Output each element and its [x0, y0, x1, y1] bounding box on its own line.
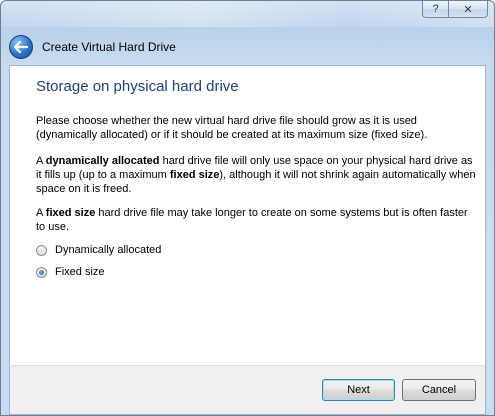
dialog-window: ? ✕ Create Virtual Hard Drive Storage on… [0, 0, 495, 416]
fixed-description-paragraph: A fixed size hard drive file may take lo… [36, 206, 478, 234]
page-title: Storage on physical hard drive [36, 78, 239, 95]
text-span: hard drive file may take longer to creat… [36, 207, 468, 233]
text-span: A [36, 207, 46, 219]
radio-selected-dot [39, 269, 44, 275]
radio-fixed-size[interactable] [36, 266, 47, 278]
option-label: Dynamically allocated [55, 244, 162, 256]
text-span: A [36, 155, 46, 167]
radio-dynamically-allocated[interactable] [36, 244, 47, 256]
option-label: Fixed size [55, 266, 105, 278]
dynamic-description-paragraph: A dynamically allocated hard drive file … [36, 154, 478, 196]
help-button[interactable]: ? [422, 1, 448, 18]
option-fixed-size[interactable]: Fixed size [36, 266, 105, 278]
back-arrow-icon [14, 41, 28, 53]
close-icon: ✕ [463, 3, 473, 16]
caption-buttons: ? ✕ [422, 1, 488, 18]
wizard-title: Create Virtual Hard Drive [42, 40, 176, 54]
option-dynamically-allocated[interactable]: Dynamically allocated [36, 244, 161, 256]
close-button[interactable]: ✕ [448, 1, 488, 18]
button-bar: Next Cancel [9, 365, 486, 415]
title-bar [1, 1, 494, 27]
wizard-header: Create Virtual Hard Drive [9, 31, 486, 63]
bold-term: fixed size [169, 169, 220, 181]
bold-term: fixed size [45, 207, 96, 219]
help-icon: ? [432, 3, 439, 15]
bold-term: dynamically allocated [45, 155, 160, 167]
wizard-content: Storage on physical hard drive Please ch… [9, 65, 486, 366]
back-button[interactable] [9, 35, 33, 59]
cancel-button[interactable]: Cancel [402, 379, 476, 401]
next-button[interactable]: Next [322, 379, 395, 401]
intro-paragraph: Please choose whether the new virtual ha… [36, 115, 428, 141]
